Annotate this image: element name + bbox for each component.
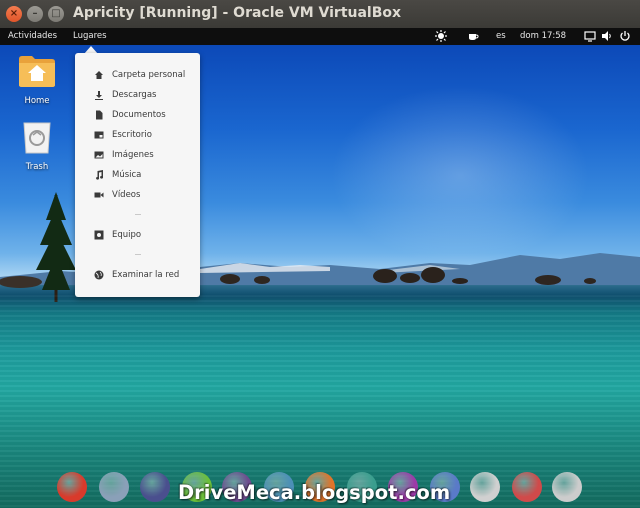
menu-item-label: Escritorio <box>112 130 152 140</box>
menu-item-network[interactable]: Examinar la red <box>75 267 200 283</box>
menu-separator <box>135 254 141 255</box>
menu-item-label: Documentos <box>112 110 166 120</box>
power-icon[interactable] <box>619 30 631 42</box>
places-menu-button[interactable]: Lugares <box>73 31 107 41</box>
vbox-titlebar: × – □ Apricity [Running] - Oracle VM Vir… <box>0 0 640 28</box>
installer-icon[interactable] <box>512 472 542 502</box>
document-icon <box>96 110 103 120</box>
menu-item-downloads[interactable]: Descargas <box>75 87 200 103</box>
coffee-icon[interactable] <box>467 30 479 42</box>
menu-item-label: Imágenes <box>112 150 154 160</box>
places-menu: Carpeta personal Descargas Documentos Es… <box>75 53 200 297</box>
menu-item-documents[interactable]: Documentos <box>75 107 200 123</box>
pine-tree <box>36 192 76 302</box>
menu-item-label: Música <box>112 170 142 180</box>
sky-glow <box>330 85 590 265</box>
home-icon <box>95 71 103 79</box>
desktop-icon <box>94 131 104 139</box>
menu-item-label: Descargas <box>112 90 157 100</box>
menu-item-label: Vídeos <box>112 190 141 200</box>
desktop-icon-trash[interactable]: Trash <box>7 119 67 172</box>
desktop-icon-home[interactable]: Home <box>7 53 67 106</box>
language-indicator[interactable]: es <box>496 31 506 41</box>
window-title: Apricity [Running] - Oracle VM VirtualBo… <box>73 5 402 21</box>
activities-button[interactable]: Actividades <box>8 31 57 41</box>
volume-icon[interactable] <box>601 30 613 42</box>
desktop-icon-label: Trash <box>25 162 49 172</box>
menu-item-computer[interactable]: Equipo <box>75 227 200 243</box>
menu-item-videos[interactable]: Vídeos <box>75 187 200 203</box>
download-icon <box>95 91 103 100</box>
music-icon <box>96 170 104 180</box>
menu-item-label: Examinar la red <box>112 270 180 280</box>
close-window-button[interactable]: × <box>6 6 22 22</box>
image-icon <box>94 151 104 159</box>
watermark: DriveMeca.blogspot.com <box>178 481 451 504</box>
screen-icon[interactable] <box>584 30 596 42</box>
maximize-window-button[interactable]: □ <box>48 6 64 22</box>
chrome-icon[interactable] <box>57 472 87 502</box>
menu-separator <box>135 214 141 215</box>
menu-item-pictures[interactable]: Imágenes <box>75 147 200 163</box>
video-icon <box>94 192 104 198</box>
menu-item-home[interactable]: Carpeta personal <box>75 67 200 83</box>
settings-toggle-icon[interactable] <box>470 472 500 502</box>
minimize-window-button[interactable]: – <box>27 6 43 22</box>
brightness-icon[interactable] <box>435 30 447 42</box>
cloud-icon[interactable] <box>99 472 129 502</box>
clock[interactable]: dom 17:58 <box>520 31 566 41</box>
menu-item-label: Equipo <box>112 230 142 240</box>
computer-icon <box>94 230 104 240</box>
menu-item-label: Carpeta personal <box>112 70 186 80</box>
menu-item-desktop[interactable]: Escritorio <box>75 127 200 143</box>
files-icon[interactable] <box>140 472 170 502</box>
top-panel: Actividades Lugares es dom 17:58 <box>0 28 640 45</box>
desktop-icon-label: Home <box>24 96 50 106</box>
trash-icon <box>23 122 51 154</box>
network-icon <box>94 270 104 280</box>
app-launcher-icon[interactable] <box>552 472 582 502</box>
menu-item-music[interactable]: Música <box>75 167 200 183</box>
home-folder-icon <box>19 56 55 87</box>
